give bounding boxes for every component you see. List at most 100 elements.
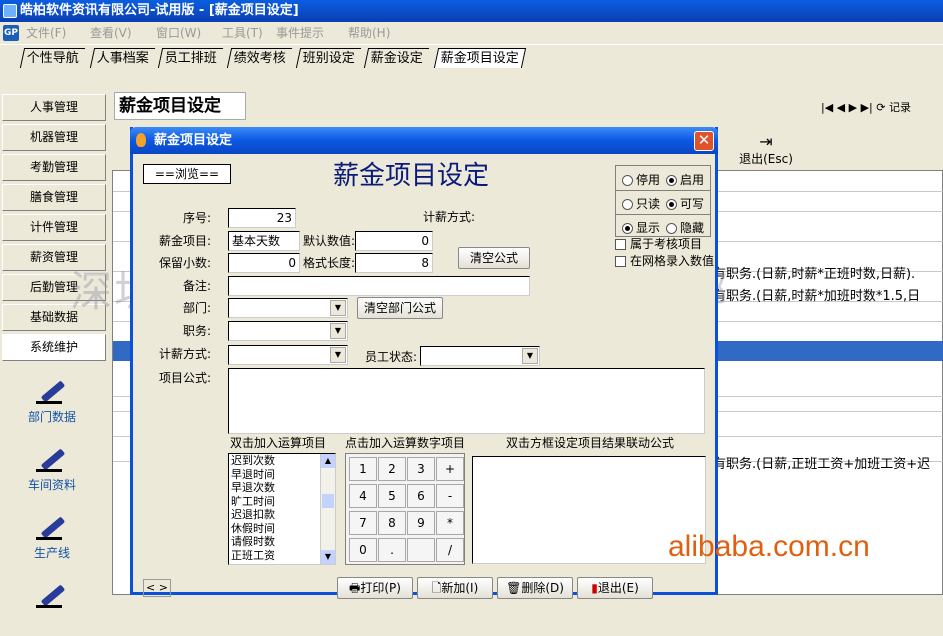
radio-readonly[interactable]: 只读 bbox=[622, 195, 660, 212]
seq-input[interactable]: 23 bbox=[228, 208, 296, 228]
calc-key-plus[interactable]: + bbox=[436, 457, 464, 481]
default-label: 默认数值: bbox=[303, 234, 356, 248]
tab-hr-records[interactable]: 人事档案 bbox=[89, 48, 156, 68]
list-item[interactable]: 正班工资 bbox=[231, 549, 319, 563]
decimals-input[interactable]: 0 bbox=[228, 253, 300, 273]
radio-show[interactable]: 显示 bbox=[622, 219, 660, 236]
calc-key-0[interactable]: 0 bbox=[349, 538, 377, 562]
default-input[interactable]: 0 bbox=[355, 231, 433, 251]
ops-list[interactable]: 迟到次数 早退时间 早退次数 旷工时间 迟退扣款 休假时间 请假时数 正班工资 … bbox=[228, 453, 336, 565]
list-item[interactable]: 休假时间 bbox=[231, 522, 319, 536]
sidebar-item-system[interactable]: 系统维护 bbox=[2, 334, 106, 361]
menu-file[interactable]: 文件(F) bbox=[26, 22, 66, 44]
position-select[interactable]: ▼ bbox=[228, 321, 348, 341]
calc-key-dot[interactable]: . bbox=[378, 538, 406, 562]
record-prev-next[interactable]: < > bbox=[143, 579, 171, 597]
tab-personal-nav[interactable]: 个性导航 bbox=[19, 48, 86, 68]
item-input[interactable]: 基本天数 bbox=[228, 231, 300, 251]
list-item[interactable]: 旷工时间 bbox=[231, 495, 319, 509]
calc-key-6[interactable]: 6 bbox=[407, 484, 435, 508]
radio-show-circle bbox=[622, 223, 633, 234]
dialog-title: 薪金项目设定 bbox=[154, 133, 233, 148]
add-button[interactable]: 🗋新加(I) bbox=[417, 577, 493, 599]
sidebar-item-payroll[interactable]: 薪资管理 bbox=[2, 244, 106, 271]
radio-writable[interactable]: 可写 bbox=[666, 195, 704, 212]
check-grid-entry[interactable]: 在网格录入数值 bbox=[615, 252, 714, 270]
tab-salary-settings[interactable]: 薪金设定 bbox=[363, 48, 430, 68]
print-button[interactable]: 🖶打印(P) bbox=[337, 577, 413, 599]
sidebar: 人事管理 机器管理 考勤管理 膳食管理 计件管理 薪资管理 后勤管理 基础数据 … bbox=[0, 90, 108, 608]
dept-select[interactable]: ▼ bbox=[228, 298, 348, 318]
radio-stop-circle bbox=[622, 175, 633, 186]
calc-key-4[interactable]: 4 bbox=[349, 484, 377, 508]
sidebar-item-logistics[interactable]: 后勤管理 bbox=[2, 274, 106, 301]
calc-key-divide[interactable]: / bbox=[436, 538, 464, 562]
check-assess[interactable]: 属于考核项目 bbox=[615, 235, 702, 253]
chevron-down-icon: ▼ bbox=[330, 323, 346, 339]
menu-help[interactable]: 帮助(H) bbox=[348, 22, 390, 44]
calc-key-blank[interactable] bbox=[407, 538, 435, 562]
pen-icon bbox=[36, 444, 68, 472]
tab-shift-settings[interactable]: 班别设定 bbox=[295, 48, 362, 68]
note-input[interactable] bbox=[228, 276, 530, 296]
scroll-up-icon[interactable]: ▲ bbox=[321, 454, 335, 468]
clear-formula-button[interactable]: 清空公式 bbox=[458, 247, 530, 269]
close-icon[interactable]: ✕ bbox=[694, 131, 714, 151]
sidebar-icon-production-line[interactable]: 生产线 bbox=[20, 508, 84, 568]
list-item[interactable]: 早退次数 bbox=[231, 481, 319, 495]
emp-status-select[interactable]: ▼ bbox=[420, 346, 540, 366]
list-item[interactable]: 请假时数 bbox=[231, 535, 319, 549]
dialog-heading: 薪金项目设定 bbox=[333, 161, 490, 191]
radio-hide[interactable]: 隐藏 bbox=[666, 219, 704, 236]
sidebar-icon-departments[interactable]: 部门数据 bbox=[20, 372, 84, 432]
menu-event-tips[interactable]: 事件提示 bbox=[276, 22, 324, 44]
calc-key-7[interactable]: 7 bbox=[349, 511, 377, 535]
delete-button[interactable]: 🗑删除(D) bbox=[497, 577, 573, 599]
menu-window[interactable]: 窗口(W) bbox=[156, 22, 201, 44]
method-select[interactable]: ▼ bbox=[228, 345, 348, 365]
sidebar-icon-more[interactable] bbox=[20, 576, 84, 636]
tab-salary-item-settings[interactable]: 薪金项目设定 bbox=[433, 48, 527, 68]
position-label: 职务: bbox=[183, 324, 212, 338]
note-label: 备注: bbox=[183, 279, 212, 293]
sidebar-item-machines[interactable]: 机器管理 bbox=[2, 124, 106, 151]
radio-stop[interactable]: 停用 bbox=[622, 171, 660, 188]
tab-performance[interactable]: 绩效考核 bbox=[226, 48, 293, 68]
scroll-thumb[interactable] bbox=[322, 494, 334, 508]
exit-button[interactable]: ▮退出(E) bbox=[577, 577, 653, 599]
item-label: 薪金项目: bbox=[159, 234, 212, 248]
tab-shift-schedule[interactable]: 员工排班 bbox=[157, 48, 224, 68]
sidebar-item-attendance[interactable]: 考勤管理 bbox=[2, 154, 106, 181]
format-label: 格式长度: bbox=[303, 256, 356, 270]
sidebar-icon-label: 生产线 bbox=[33, 546, 70, 560]
sidebar-icon-workshops[interactable]: 车间资料 bbox=[20, 440, 84, 500]
formula-textarea[interactable] bbox=[228, 368, 705, 434]
list-item[interactable]: 迟退扣款 bbox=[231, 508, 319, 522]
sidebar-item-hr[interactable]: 人事管理 bbox=[2, 94, 106, 121]
menu-view[interactable]: 查看(V) bbox=[90, 22, 132, 44]
sidebar-item-meals[interactable]: 膳食管理 bbox=[2, 184, 106, 211]
format-input[interactable]: 8 bbox=[355, 253, 433, 273]
scroll-down-icon[interactable]: ▼ bbox=[321, 550, 335, 564]
calc-key-8[interactable]: 8 bbox=[378, 511, 406, 535]
calc-key-2[interactable]: 2 bbox=[378, 457, 406, 481]
list-scrollbar[interactable]: ▲ ▼ bbox=[320, 454, 335, 564]
menu-tools[interactable]: 工具(T) bbox=[222, 22, 263, 44]
exit-esc-button[interactable]: ⇥ 退出(Esc) bbox=[736, 134, 796, 167]
calc-key-3[interactable]: 3 bbox=[407, 457, 435, 481]
clear-dept-formula-button[interactable]: 清空部门公式 bbox=[357, 297, 443, 319]
sidebar-item-piecework[interactable]: 计件管理 bbox=[2, 214, 106, 241]
calc-key-9[interactable]: 9 bbox=[407, 511, 435, 535]
printer-icon: 🖶 bbox=[349, 581, 361, 595]
checkbox-assess bbox=[615, 239, 626, 250]
list-item[interactable]: 迟到次数 bbox=[231, 454, 319, 468]
radio-enable[interactable]: 启用 bbox=[666, 171, 704, 188]
calc-key-minus[interactable]: - bbox=[436, 484, 464, 508]
calc-key-1[interactable]: 1 bbox=[349, 457, 377, 481]
list-item[interactable]: 早退时间 bbox=[231, 468, 319, 482]
result-label: 双击方框设定项目结果联动公式 bbox=[506, 436, 675, 450]
sidebar-item-base-data[interactable]: 基础数据 bbox=[2, 304, 106, 331]
calc-key-multiply[interactable]: * bbox=[436, 511, 464, 535]
calc-key-5[interactable]: 5 bbox=[378, 484, 406, 508]
record-nav-buttons[interactable]: |◀ ◀ ▶ ▶| ⟳ 记录 bbox=[821, 98, 943, 118]
